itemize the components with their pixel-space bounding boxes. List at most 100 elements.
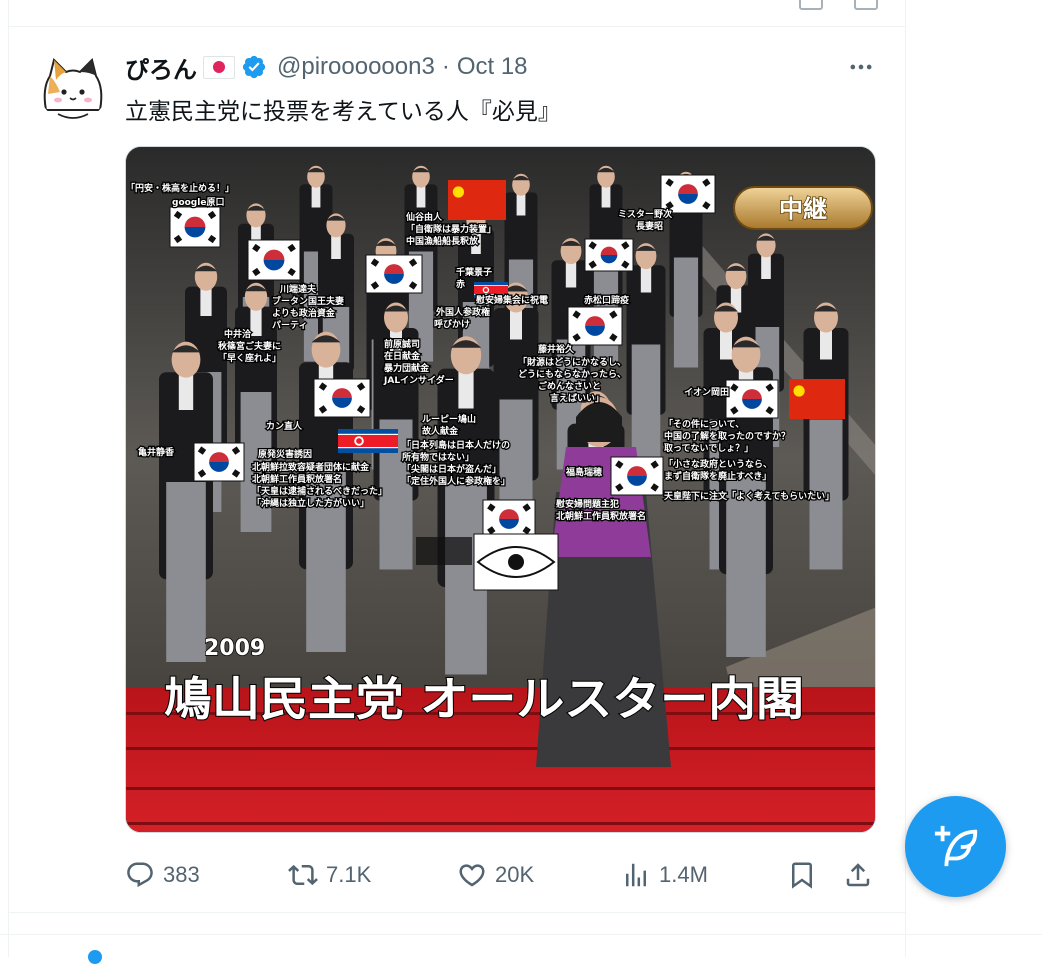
avatar[interactable] (38, 52, 108, 122)
korea-flag-icon (482, 499, 536, 539)
reply-button[interactable]: 383 (125, 855, 200, 895)
caption-text: 慰安婦問題主犯 (556, 498, 619, 510)
separator-dot: · (441, 53, 450, 80)
tweet-image[interactable]: 「円安・株高を止める！」 google原口仙谷由人 「自衛隊は暴力装置」 中国漁船船長… (125, 146, 876, 833)
caption-text: 北朝鮮拉致容疑者団体に献金 (252, 461, 370, 473)
previous-tweet-edge (9, 0, 905, 27)
reply-count: 383 (163, 862, 200, 887)
caption-text: イオン岡田 (684, 387, 729, 398)
display-name[interactable]: ぴろん (125, 50, 197, 85)
caption-text: 千葉景子 (456, 266, 492, 278)
user-handle[interactable]: @piroooooon3 (277, 53, 435, 81)
caption-text: 「天皇は逮捕されるべきだった」 (252, 485, 387, 497)
caption-text: 前原誠司 (384, 338, 420, 350)
repost-count: 7.1K (326, 862, 372, 887)
tweet-header: ぴろん @piroooooon3 · Oct 18 (125, 50, 528, 84)
caption-text: まず自衛隊を廃止すべき」 (664, 470, 771, 482)
korea-flag-icon (660, 174, 716, 214)
caption-text: 「定住外国人に参政権を」 (402, 475, 510, 487)
north-korea-flag-icon (338, 429, 398, 453)
caption-text: 「円安・株高を止める！」 (126, 182, 234, 194)
caption-text: よりも政治資金 (272, 307, 336, 319)
caption-text: 「財源はどうにかなるし、 (518, 356, 626, 368)
caption-text: 北朝鮮工作員釈放署名 (556, 510, 646, 522)
verified-badge-icon (242, 55, 266, 79)
caption-text: 「日本列島は日本人だけの (402, 439, 510, 451)
caption-text: 福島瑞穂 (565, 466, 602, 478)
views-button[interactable]: 1.4M (621, 855, 708, 895)
previous-share-icon[interactable] (854, 0, 878, 10)
caption-text: 「早く座れよ」 (218, 352, 281, 364)
timeline-left-border (8, 0, 9, 957)
tweet-text: 立憲民主党に投票を考えている人『必見』 (125, 99, 561, 125)
caption-text: 呼びかけ (434, 318, 470, 330)
reply-icon (127, 862, 153, 888)
caption-text: ごめんなさいと (538, 380, 601, 392)
calico-cat-avatar-icon (38, 52, 108, 122)
caption-text: 川端達夫 (279, 283, 317, 295)
tweet-date[interactable]: Oct 18 (457, 53, 528, 81)
caption-text: 故人献金 (422, 425, 459, 437)
previous-bookmark-icon[interactable] (799, 0, 823, 10)
caption-text: 「小さな政府というなら、 (664, 458, 772, 470)
caption-text: ルーピー鳩山 (422, 413, 476, 425)
compose-post-button[interactable] (905, 796, 1006, 897)
cabinet-photo: 「円安・株高を止める！」 google原口仙谷由人「自衛隊は暴力装置」中国漁船船長… (126, 147, 875, 832)
share-icon (846, 863, 870, 887)
caption-text: 言えばいい」 (550, 392, 604, 404)
like-button[interactable]: 20K (457, 855, 534, 895)
repost-button[interactable]: 7.1K (288, 855, 371, 895)
year-caption: 2009 (204, 636, 265, 661)
caption-text: 秋篠宮ご夫妻に (217, 340, 281, 352)
korea-flag-icon (610, 456, 664, 496)
tweet-actions: 383 7.1K 20K 1.4M (125, 855, 876, 895)
caption-text: 赤 (456, 278, 465, 290)
caption-text: 赤松口蹄疫 (584, 294, 629, 306)
views-icon (626, 863, 646, 887)
cabinet-member-figure (159, 341, 213, 662)
compose-icon (934, 825, 977, 866)
caption-text: パーティ (272, 319, 307, 331)
china-flag-icon (789, 379, 845, 419)
caption-text: 中国漁船船長釈放 (406, 235, 479, 247)
caption-text: 暴力団献金 (383, 362, 430, 374)
caption-text: JALインサイダー (383, 374, 454, 386)
caption-text: 取ってないでしょ？」 (664, 443, 753, 454)
korea-flag-icon (584, 238, 634, 272)
caption-text: 「沖縄は独立した方がいい」 (252, 497, 369, 509)
korea-flag-icon (725, 379, 779, 419)
caption-text: どうにもならなかったら、 (518, 368, 626, 380)
caption-text: 中井洽 (224, 328, 252, 340)
caption-text: ブータン国王夫妻 (272, 295, 344, 307)
bookmark-button[interactable] (787, 855, 825, 895)
korea-flag-icon (169, 206, 221, 248)
timeline-right-border (905, 0, 906, 957)
like-count: 20K (495, 862, 535, 887)
more-options-button[interactable] (846, 52, 876, 82)
caption-text: 外国人参政権 (435, 306, 490, 318)
badge-text: 中継 (779, 195, 827, 223)
caption-text: 天皇陛下に注文「よく考えてもらいたい」 (664, 490, 834, 502)
china-flag-icon (448, 180, 506, 220)
caption-text: 北朝鮮工作員釈放署名 (252, 473, 342, 485)
photo-title: 鳩山民主党 オールスター内閣 (164, 672, 804, 726)
caption-text: 「自衛隊は暴力装置」 (406, 223, 496, 235)
caption-text: 原発災害誘因 (258, 448, 312, 460)
cabinet-member-figure (803, 302, 849, 570)
tweet-divider (9, 912, 905, 913)
cabinet-member-figure (626, 243, 666, 475)
caption-text: 長妻昭 (636, 220, 663, 232)
caption-text: カン直人 (266, 420, 303, 432)
caption-text: 慰安婦集会に祝電 (476, 294, 548, 306)
like-icon (459, 864, 485, 887)
korea-flag-icon (193, 442, 245, 482)
share-button[interactable] (843, 855, 881, 895)
broadcast-badge: 中継 (733, 186, 873, 230)
caption-text: 藤井裕久 (538, 343, 575, 355)
caption-text: google原口 (172, 197, 224, 208)
korea-flag-icon (365, 254, 423, 294)
caption-text: 仙谷由人 (406, 211, 443, 223)
caption-text: 所有物ではない」 (402, 451, 474, 463)
korea-flag-icon (247, 239, 301, 281)
caption-text: 中国の了解を取ったのですか？ (664, 430, 790, 442)
